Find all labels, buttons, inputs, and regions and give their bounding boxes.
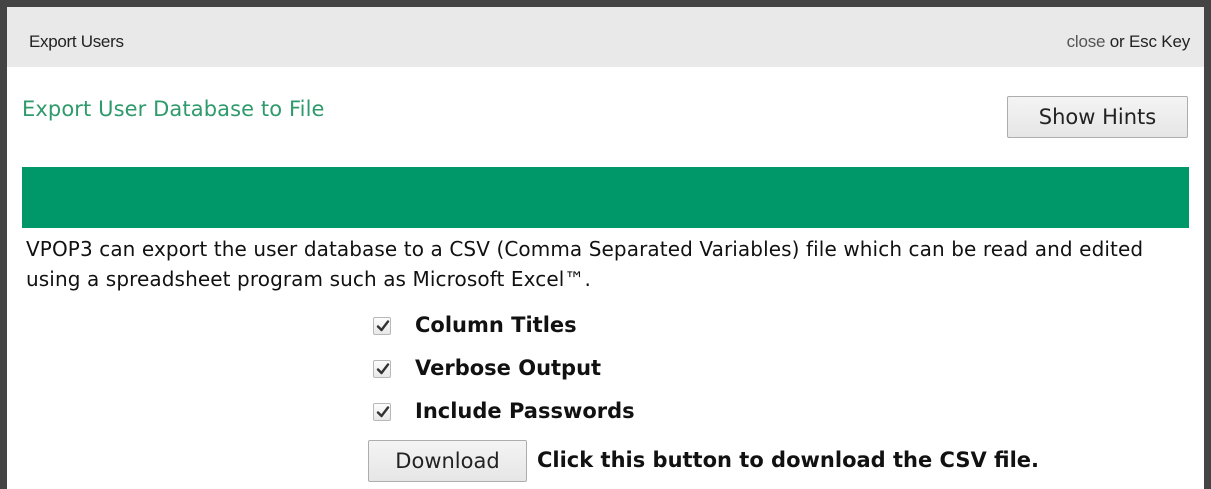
column-titles-label: Column Titles [415,313,577,337]
description-text: VPOP3 can export the user database to a … [26,237,1144,291]
status-bar [22,167,1189,228]
check-icon [376,363,390,375]
esc-key-text: or Esc Key [1105,32,1190,51]
column-titles-checkbox[interactable] [373,317,391,335]
verbose-output-label: Verbose Output [415,356,602,380]
verbose-output-checkbox[interactable] [373,360,391,378]
check-icon [376,406,390,418]
close-link[interactable]: close [1067,32,1106,51]
include-passwords-checkbox[interactable] [373,403,391,421]
show-hints-button[interactable]: Show Hints [1007,96,1188,138]
download-instruction: Click this button to download the CSV fi… [537,448,1040,472]
include-passwords-label: Include Passwords [415,399,635,423]
check-icon [376,320,390,332]
dialog-title: Export Users [29,32,124,51]
close-hint: close or Esc Key [1067,32,1191,52]
section-heading: Export User Database to File [22,97,325,121]
download-button[interactable]: Download [368,440,527,482]
dialog-titlebar: Export Users close or Esc Key [7,7,1204,67]
